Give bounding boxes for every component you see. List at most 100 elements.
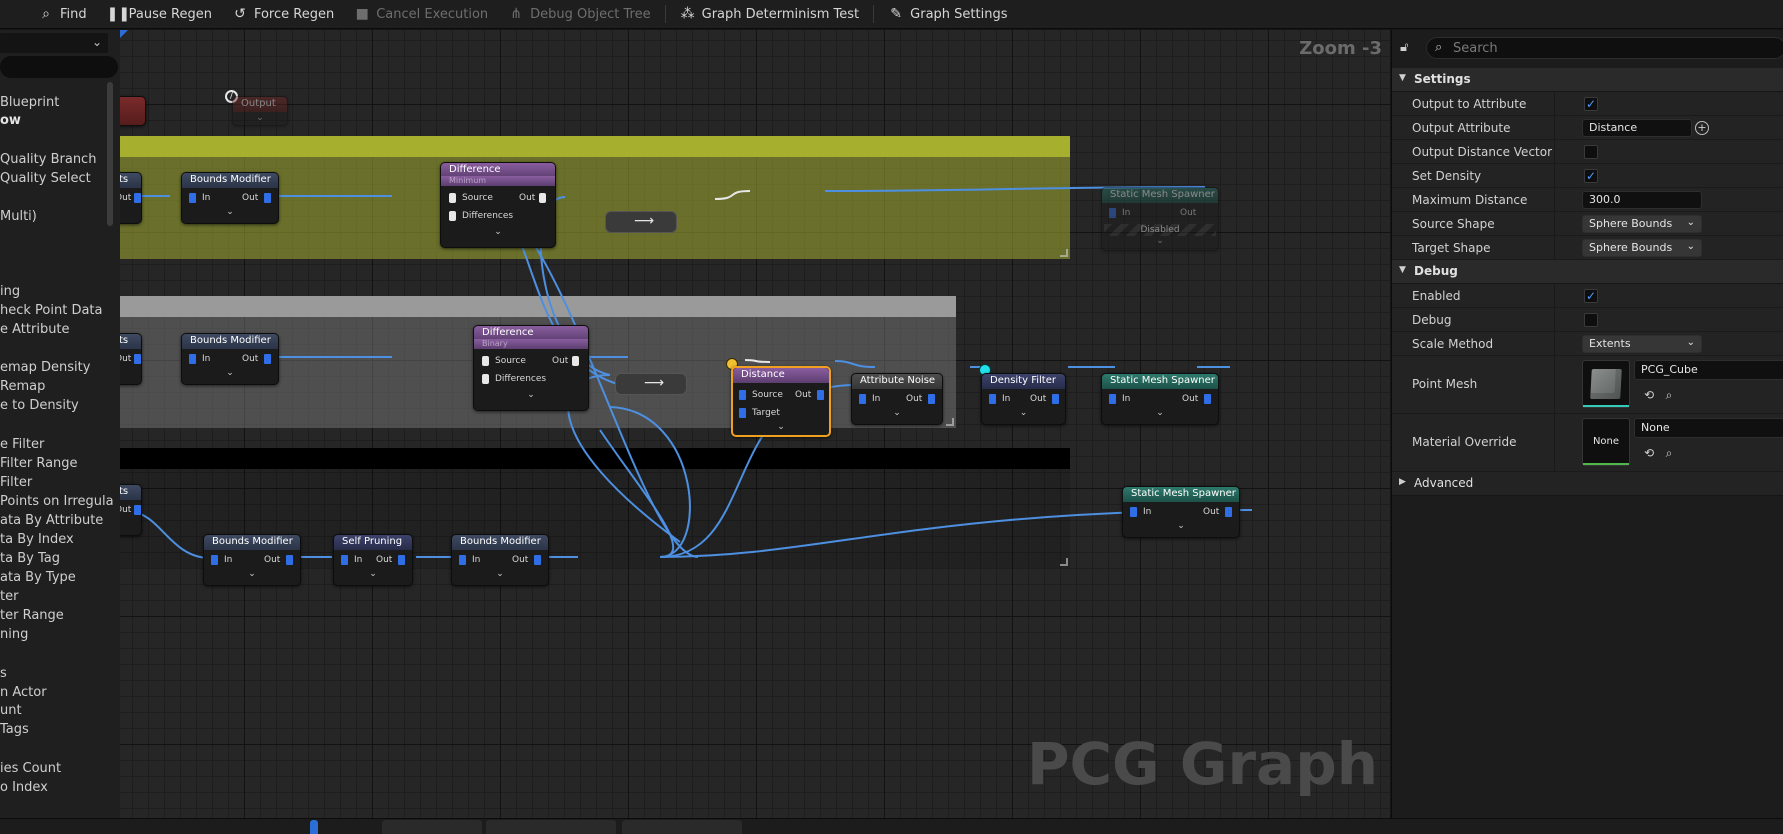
- in-pin[interactable]: [1109, 208, 1116, 218]
- bounds-modifier-node[interactable]: Bounds Modifier In Out ⌄: [203, 534, 301, 586]
- output-to-attribute-checkbox[interactable]: ✓: [1584, 97, 1598, 111]
- palette-item[interactable]: Quality Select: [0, 171, 91, 186]
- category-settings[interactable]: ▼ Settings: [1392, 68, 1783, 92]
- in-pin[interactable]: [189, 354, 196, 364]
- chevron-down-icon[interactable]: ⌄: [233, 113, 287, 123]
- in-pin[interactable]: [459, 555, 466, 565]
- material-override-thumbnail[interactable]: None: [1582, 418, 1630, 466]
- chevron-down-icon[interactable]: ⌄: [474, 390, 588, 400]
- browse-icon[interactable]: ⌕: [1662, 446, 1676, 460]
- palette-item[interactable]: o Index: [0, 780, 48, 795]
- difference-binary-node[interactable]: Difference Binary Source Out Differences…: [473, 325, 589, 411]
- palette-item[interactable]: unt: [0, 703, 22, 718]
- palette-item[interactable]: e to Density: [0, 398, 79, 413]
- chevron-down-icon[interactable]: ⌄: [441, 227, 555, 237]
- scale-method-dropdown[interactable]: Extents ⌄: [1582, 335, 1702, 353]
- differences-pin[interactable]: [482, 374, 489, 384]
- graph-settings-button[interactable]: ✎ Graph Settings: [878, 0, 1017, 29]
- chevron-down-icon[interactable]: ⌄: [852, 408, 942, 418]
- output-distance-vector-checkbox[interactable]: [1584, 145, 1598, 159]
- palette-item[interactable]: e Attribute: [0, 322, 70, 337]
- cancel-execution-button[interactable]: ■ Cancel Execution: [344, 0, 498, 29]
- out-pin[interactable]: [1225, 507, 1232, 517]
- out-pin[interactable]: [1204, 394, 1211, 404]
- palette-item[interactable]: Tags: [0, 722, 29, 737]
- output-stub-node[interactable]: [120, 96, 146, 126]
- out-pin[interactable]: [817, 390, 824, 400]
- column-splitter[interactable]: [1554, 308, 1555, 331]
- add-icon[interactable]: +: [1695, 121, 1709, 135]
- column-splitter[interactable]: [1554, 356, 1555, 413]
- column-splitter[interactable]: [1554, 188, 1555, 211]
- in-pin[interactable]: [1130, 507, 1137, 517]
- palette-item[interactable]: ta By Tag: [0, 551, 60, 566]
- bottom-tab[interactable]: [486, 820, 616, 834]
- left-stub-node-1[interactable]: ts Out: [120, 172, 142, 224]
- bottom-tab[interactable]: [310, 820, 318, 834]
- category-advanced[interactable]: ▶ Advanced: [1392, 472, 1783, 496]
- left-stub-node-3[interactable]: ts Out: [120, 484, 142, 536]
- palette-scrollbar[interactable]: [107, 82, 113, 226]
- out-pin[interactable]: [264, 193, 271, 203]
- chevron-down-icon[interactable]: ⌄: [334, 569, 412, 579]
- bounds-modifier-node[interactable]: Bounds Modifier In Out ⌄: [181, 172, 279, 224]
- palette-item[interactable]: ing: [0, 284, 20, 299]
- static-mesh-spawner-disabled-node[interactable]: Static Mesh Spawner In Out Disabled ⌄: [1101, 187, 1219, 251]
- column-splitter[interactable]: [1554, 332, 1555, 355]
- palette-item[interactable]: Remap: [0, 379, 45, 394]
- output-node[interactable]: Output ⌄: [232, 96, 288, 126]
- point-mesh-picker[interactable]: PCG_Cube: [1634, 360, 1783, 380]
- out-pin[interactable]: [398, 555, 405, 565]
- palette-item[interactable]: Multi): [0, 209, 37, 224]
- palette-item[interactable]: ter Range: [0, 608, 64, 623]
- in-pin[interactable]: [859, 394, 866, 404]
- static-mesh-spawner-node[interactable]: Static Mesh Spawner In Out ⌄: [1101, 373, 1219, 425]
- use-selected-icon[interactable]: ⟲: [1642, 388, 1656, 402]
- chevron-down-icon[interactable]: ⌄: [733, 422, 829, 432]
- chevron-down-icon[interactable]: ⌄: [1102, 408, 1218, 418]
- palette-item[interactable]: ning: [0, 627, 28, 642]
- palette-item[interactable]: ta By Index: [0, 532, 74, 547]
- graph-canvas[interactable]: / Output ⌄ ts Out Bounds Modifier In Out…: [120, 30, 1390, 818]
- browse-icon[interactable]: ⌕: [1662, 388, 1676, 402]
- left-stub-node-2[interactable]: ts Out: [120, 333, 142, 385]
- details-search[interactable]: ⌕: [1426, 37, 1783, 59]
- reroute-converter-node[interactable]: ⟶: [605, 211, 677, 233]
- use-selected-icon[interactable]: ⟲: [1642, 446, 1656, 460]
- chevron-down-icon[interactable]: ⌄: [182, 368, 278, 378]
- palette-item[interactable]: emap Density: [0, 360, 90, 375]
- palette-item[interactable]: e Filter: [0, 437, 44, 452]
- distance-node[interactable]: Distance Source Out Target ⌄: [731, 366, 831, 437]
- palette-item[interactable]: n Actor: [0, 685, 47, 700]
- palette-item[interactable]: s: [0, 666, 7, 681]
- material-override-picker[interactable]: None: [1634, 418, 1783, 438]
- out-pin[interactable]: [134, 193, 141, 203]
- debug-object-tree-button[interactable]: ⋔ Debug Object Tree: [498, 0, 660, 29]
- lock-icon[interactable]: 🔓︎: [1400, 40, 1414, 56]
- in-pin[interactable]: [189, 193, 196, 203]
- palette-item[interactable]: Quality Branch: [0, 152, 96, 167]
- palette-filter-dropdown[interactable]: ⌄: [0, 33, 108, 53]
- differences-pin[interactable]: [449, 211, 456, 221]
- column-splitter[interactable]: [1554, 164, 1555, 187]
- chevron-down-icon[interactable]: ⌄: [1123, 521, 1239, 531]
- source-shape-dropdown[interactable]: Sphere Bounds ⌄: [1582, 215, 1702, 233]
- out-pin[interactable]: [928, 394, 935, 404]
- out-pin[interactable]: [264, 354, 271, 364]
- target-shape-dropdown[interactable]: Sphere Bounds ⌄: [1582, 239, 1702, 257]
- out-pin[interactable]: [1052, 394, 1059, 404]
- find-button[interactable]: ⌕ Find: [0, 0, 97, 29]
- graph-determinism-test-button[interactable]: ⁂ Graph Determinism Test: [670, 0, 870, 29]
- out-pin[interactable]: [134, 505, 141, 515]
- palette-item[interactable]: ow: [0, 113, 21, 128]
- column-splitter[interactable]: [1554, 236, 1555, 259]
- source-pin[interactable]: [449, 193, 456, 203]
- chevron-down-icon[interactable]: ⌄: [1102, 236, 1218, 246]
- palette-item[interactable]: ata By Type: [0, 570, 76, 585]
- palette-item[interactable]: Filter Range: [0, 456, 78, 471]
- palette-item[interactable]: Points on Irregula: [0, 494, 114, 509]
- details-search-input[interactable]: [1453, 40, 1773, 56]
- static-mesh-spawner-node[interactable]: Static Mesh Spawner In Out ⌄: [1122, 486, 1240, 538]
- chevron-down-icon[interactable]: ⌄: [452, 569, 548, 579]
- point-mesh-thumbnail[interactable]: [1582, 360, 1630, 408]
